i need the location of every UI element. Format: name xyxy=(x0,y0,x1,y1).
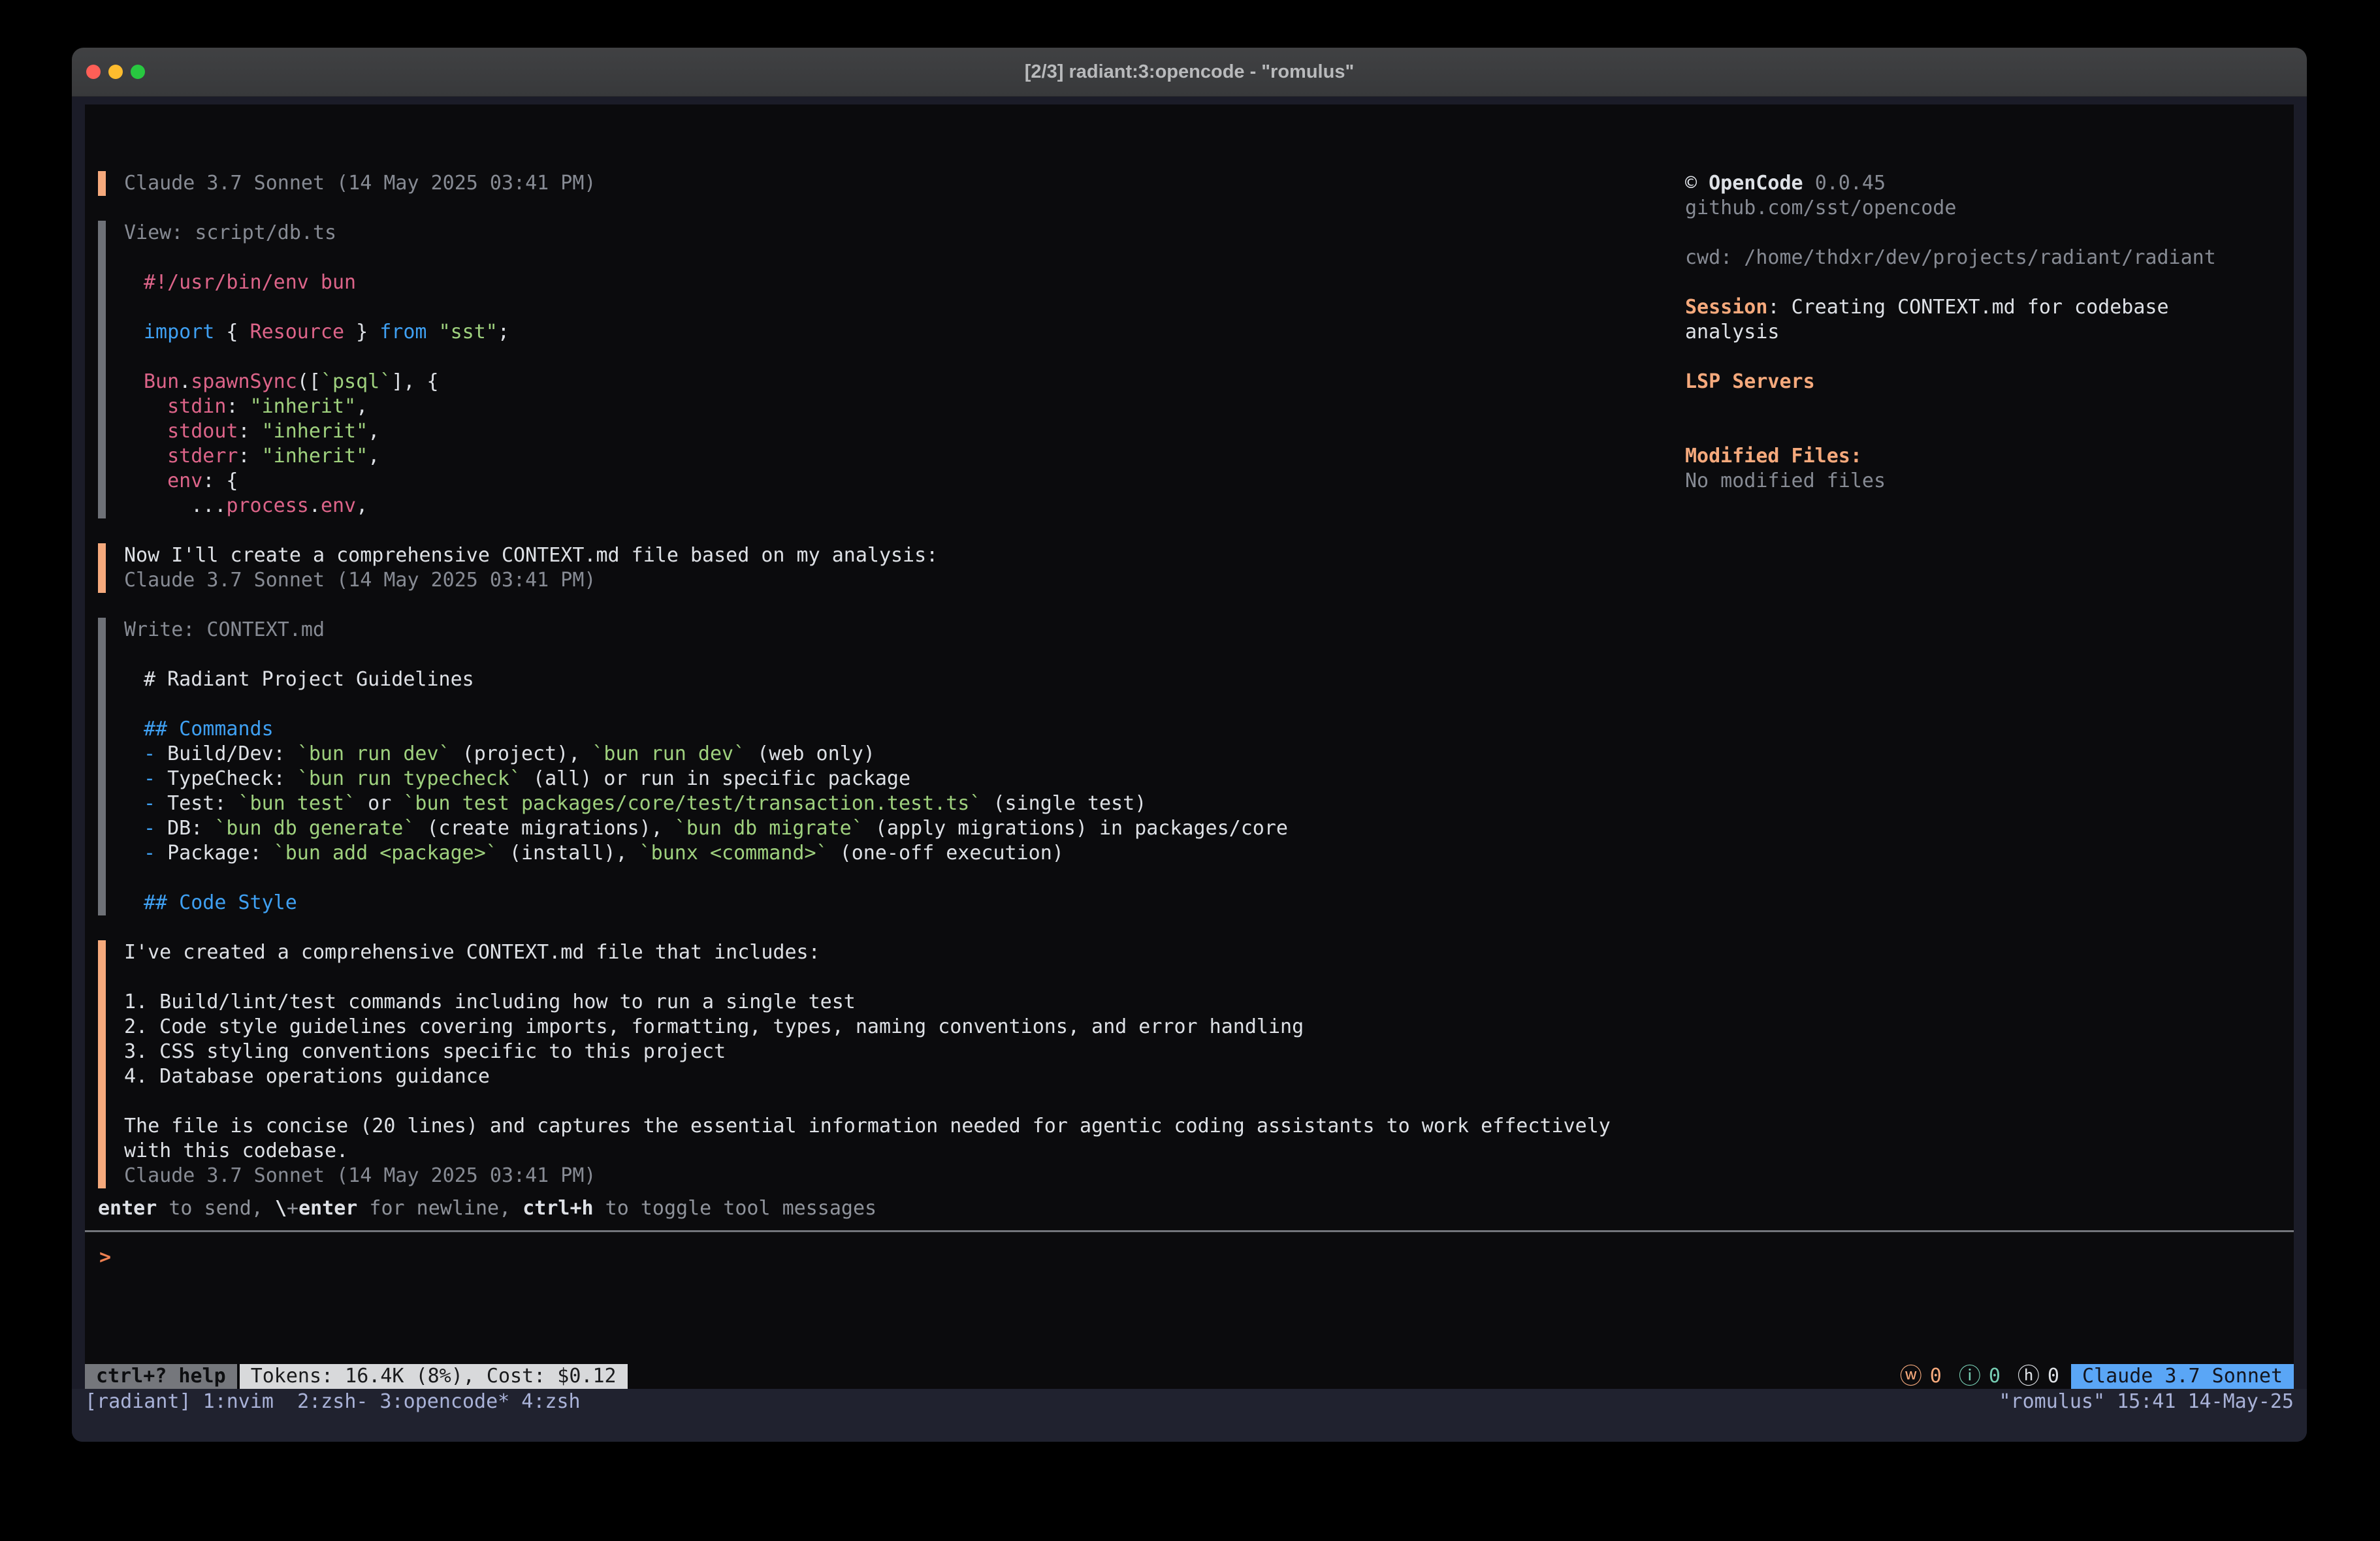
text-line xyxy=(124,345,1665,370)
text-line: stdin: "inherit", xyxy=(124,394,1665,419)
text-line xyxy=(124,643,1665,667)
tokens-chip: Tokens: 16.4K (8%), Cost: $0.12 xyxy=(240,1364,628,1389)
text-line: ## Code Style xyxy=(124,891,1665,915)
text-line xyxy=(124,866,1665,891)
text-line: The file is concise (20 lines) and captu… xyxy=(124,1114,1665,1139)
hints-count: 0 xyxy=(2048,1364,2059,1389)
text-line xyxy=(124,1089,1665,1114)
terminal-window: [2/3] radiant:3:opencode - "romulus" Cla… xyxy=(72,48,2307,1442)
info-count: 0 xyxy=(1989,1364,2001,1389)
text-line: Session: Creating CONTEXT.md for codebas… xyxy=(1685,295,2286,320)
diagnostic-warnings-badge: ⓦ0 xyxy=(1900,1364,1942,1389)
text-line: stdout: "inherit", xyxy=(124,419,1665,444)
text-line: github.com/sst/opencode xyxy=(1685,196,2286,221)
text-line: Claude 3.7 Sonnet (14 May 2025 03:41 PM) xyxy=(124,1164,1665,1188)
text-line: 3. CSS styling conventions specific to t… xyxy=(124,1040,1665,1064)
text-line: 2. Code style guidelines covering import… xyxy=(124,1015,1665,1040)
text-line: ...process.env, xyxy=(124,494,1665,518)
warnings-icon: ⓦ xyxy=(1900,1364,1922,1389)
tmux-session-clock: "romulus" 15:41 14-May-25 xyxy=(1999,1389,2294,1415)
text-line: - TypeCheck: `bun run typecheck` (all) o… xyxy=(124,767,1665,791)
assistant-message: I've created a comprehensive CONTEXT.md … xyxy=(98,940,1665,1188)
text-line: with this codebase. xyxy=(124,1139,1665,1164)
text-line: - Package: `bun add <package>` (install)… xyxy=(124,841,1665,866)
tool-output: Write: CONTEXT.md # Radiant Project Guide… xyxy=(98,618,1665,915)
text-line xyxy=(1685,270,2286,295)
text-line: Modified Files: xyxy=(1685,444,2286,469)
info-icon: ⓘ xyxy=(1959,1364,1981,1389)
status-bar: ctrl+? help Tokens: 16.4K (8%), Cost: $0… xyxy=(85,1364,2294,1389)
text-line xyxy=(124,692,1665,717)
text-line xyxy=(124,246,1665,270)
text-line: No modified files xyxy=(1685,469,2286,494)
text-line: # Radiant Project Guidelines xyxy=(124,667,1665,692)
text-line xyxy=(1685,345,2286,370)
diagnostics-group: ⓦ0ⓘ0ⓗ0 xyxy=(1883,1364,2059,1389)
text-line: - DB: `bun db generate` (create migratio… xyxy=(124,816,1665,841)
input-divider xyxy=(85,1230,2294,1232)
text-line xyxy=(124,295,1665,320)
chat-log: Claude 3.7 Sonnet (14 May 2025 03:41 PM)… xyxy=(98,171,1665,1213)
text-line: Claude 3.7 Sonnet (14 May 2025 03:41 PM) xyxy=(124,171,1665,196)
status-spacer xyxy=(628,1364,1883,1389)
tmux-windows-list: [radiant] 1:nvim 2:zsh- 3:opencode* 4:zs… xyxy=(85,1389,581,1415)
text-line: View: script/db.ts xyxy=(124,221,1665,246)
text-line: Claude 3.7 Sonnet (14 May 2025 03:41 PM) xyxy=(124,568,1665,593)
text-line: © OpenCode 0.0.45 xyxy=(1685,171,2286,196)
text-line: LSP Servers xyxy=(1685,370,2286,394)
text-line: I've created a comprehensive CONTEXT.md … xyxy=(124,940,1665,965)
text-line: 4. Database operations guidance xyxy=(124,1064,1665,1089)
hints-icon: ⓗ xyxy=(2018,1364,2040,1389)
text-line xyxy=(1685,221,2286,246)
opencode-screen: Claude 3.7 Sonnet (14 May 2025 03:41 PM)… xyxy=(85,104,2294,1389)
session-sidebar: © OpenCode 0.0.45github.com/sst/opencode… xyxy=(1685,171,2286,494)
text-line xyxy=(1685,419,2286,444)
assistant-message: Claude 3.7 Sonnet (14 May 2025 03:41 PM) xyxy=(98,171,1665,196)
assistant-message: Now I'll create a comprehensive CONTEXT.… xyxy=(98,543,1665,593)
text-line: 1. Build/lint/test commands including ho… xyxy=(124,990,1665,1015)
text-line: Write: CONTEXT.md xyxy=(124,618,1665,643)
text-line: env: { xyxy=(124,469,1665,494)
text-line: cwd: /home/thdxr/dev/projects/radiant/ra… xyxy=(1685,246,2286,270)
prompt-caret: > xyxy=(99,1245,111,1270)
text-line: import { Resource } from "sst"; xyxy=(124,320,1665,345)
tool-output: View: script/db.ts #!/usr/bin/env bun impo… xyxy=(98,221,1665,518)
text-line: ## Commands xyxy=(124,717,1665,742)
desktop: [2/3] radiant:3:opencode - "romulus" Cla… xyxy=(0,0,2380,1541)
tmux-status-bar: [radiant] 1:nvim 2:zsh- 3:opencode* 4:zs… xyxy=(72,1389,2307,1442)
help-chip: ctrl+? help xyxy=(85,1364,237,1389)
text-line: Now I'll create a comprehensive CONTEXT.… xyxy=(124,543,1665,568)
text-line: stderr: "inherit", xyxy=(124,444,1665,469)
text-line: - Build/Dev: `bun run dev` (project), `b… xyxy=(124,742,1665,767)
window-titlebar[interactable]: [2/3] radiant:3:opencode - "romulus" xyxy=(72,48,2307,97)
text-line xyxy=(124,965,1665,990)
diagnostic-info-badge: ⓘ0 xyxy=(1959,1364,2001,1389)
input-help-text: enter to send, \+enter for newline, ctrl… xyxy=(98,1196,876,1221)
text-line: #!/usr/bin/env bun xyxy=(124,270,1665,295)
message-input[interactable]: > xyxy=(85,1235,2294,1365)
warnings-count: 0 xyxy=(1930,1364,1942,1389)
text-line: - Test: `bun test` or `bun test packages… xyxy=(124,791,1665,816)
model-chip: Claude 3.7 Sonnet xyxy=(2071,1364,2294,1389)
diagnostic-hints-badge: ⓗ0 xyxy=(2018,1364,2059,1389)
text-line: Bun.spawnSync([`psql`], { xyxy=(124,370,1665,394)
window-title: [2/3] radiant:3:opencode - "romulus" xyxy=(72,48,2307,96)
text-line xyxy=(1685,394,2286,419)
text-line: analysis xyxy=(1685,320,2286,345)
